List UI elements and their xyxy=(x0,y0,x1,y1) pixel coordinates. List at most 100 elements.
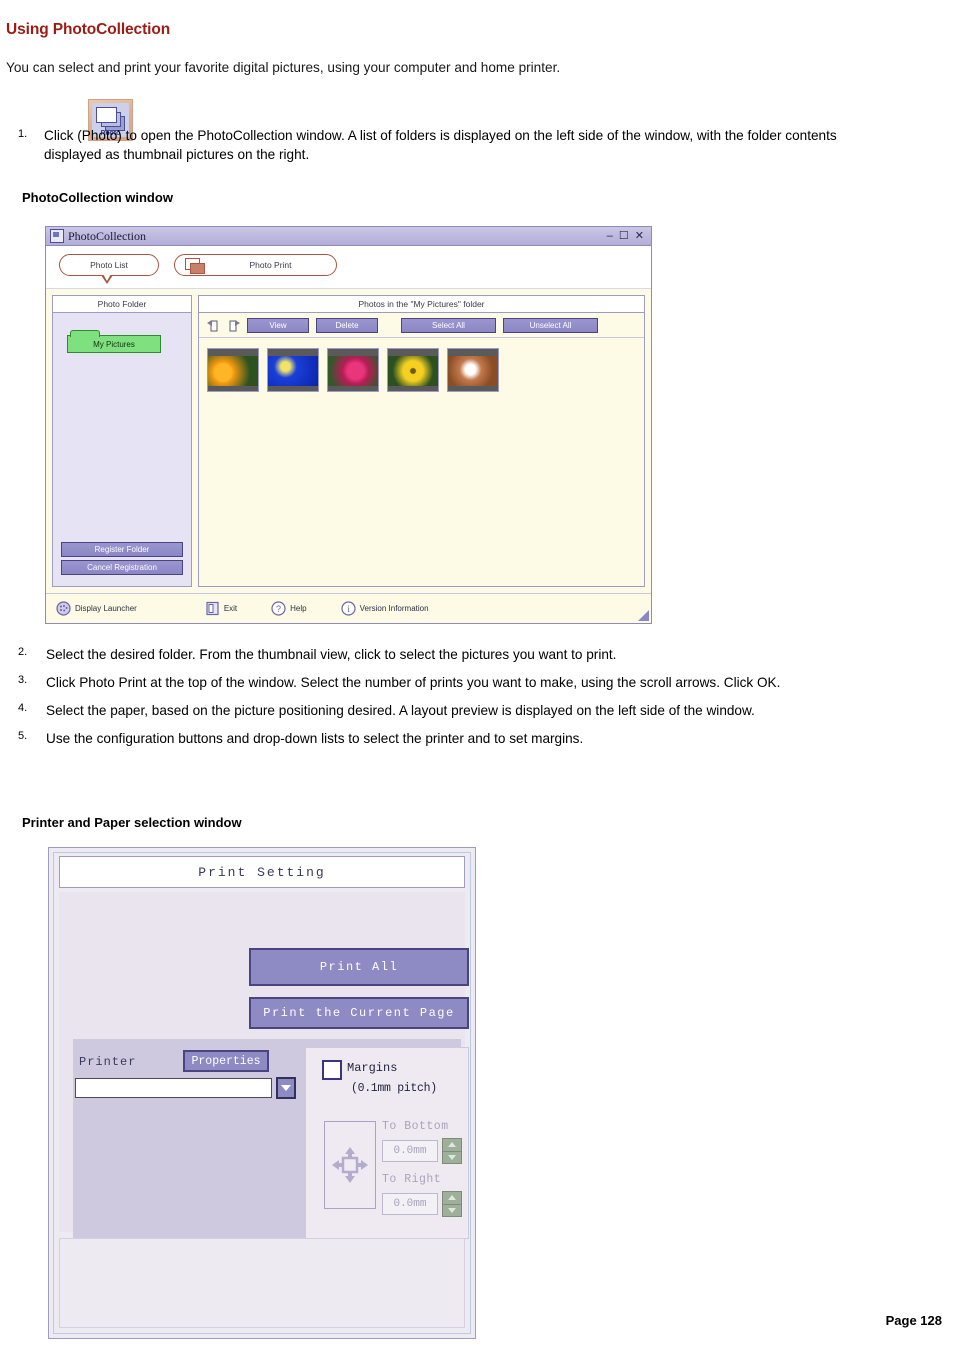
photos-panel: Photos in the "My Pictures" folder View … xyxy=(198,295,645,587)
delete-button[interactable]: Delete xyxy=(316,317,378,333)
status-bar: Display Launcher Exit ? Help i Version I… xyxy=(46,593,651,623)
margins-checkbox[interactable] xyxy=(322,1060,342,1080)
tab-bar: Photo List Photo Print xyxy=(46,246,651,290)
thumbnail-item[interactable] xyxy=(207,348,259,392)
resize-grip-icon[interactable] xyxy=(638,610,649,621)
stepper-down-icon[interactable] xyxy=(443,1152,461,1164)
status-display-launcher-label: Display Launcher xyxy=(75,604,137,613)
print-setting-body: Print All Print the Current Page Printer… xyxy=(59,892,469,1247)
tab-photo-print[interactable]: Photo Print xyxy=(174,254,337,276)
step-item-3: 3. Click Photo Print at the top of the w… xyxy=(18,673,918,692)
photo-folder-panel: Photo Folder My Pictures Register Folder… xyxy=(52,295,192,587)
status-help[interactable]: ? Help xyxy=(271,601,307,616)
step-number: 1. xyxy=(18,128,28,140)
window-controls: – ☐ ✕ xyxy=(607,230,647,242)
print-all-button[interactable]: Print All xyxy=(249,948,469,986)
maximize-icon[interactable]: ☐ xyxy=(619,230,629,242)
properties-button[interactable]: Properties xyxy=(183,1050,269,1072)
chevron-down-icon[interactable] xyxy=(276,1077,296,1099)
status-exit-label: Exit xyxy=(223,604,238,613)
printer-label: Printer xyxy=(79,1055,137,1069)
printer-and-margins-section: Printer Properties Margins (0.1mm pitch) xyxy=(73,1039,469,1247)
thumbnail-item[interactable] xyxy=(447,348,499,392)
page-title: Using PhotoCollection xyxy=(6,21,171,38)
margins-group: Margins (0.1mm pitch) To Bottom 0.0mm To… xyxy=(305,1047,469,1239)
print-setting-footer-area xyxy=(59,1238,465,1328)
status-exit[interactable]: Exit xyxy=(205,601,237,616)
margins-pitch-note: (0.1mm pitch) xyxy=(351,1082,437,1095)
stepper-down-icon[interactable] xyxy=(443,1205,461,1217)
window-body: Photo Folder My Pictures Register Folder… xyxy=(46,289,651,593)
caption-photocollection-window: PhotoCollection window xyxy=(22,190,173,205)
select-all-button[interactable]: Select All xyxy=(401,317,496,333)
thumbnail-item[interactable] xyxy=(327,348,379,392)
position-preview[interactable] xyxy=(324,1121,376,1209)
active-tab-pointer-icon xyxy=(101,274,113,284)
svg-text:?: ? xyxy=(276,604,281,614)
info-icon: i xyxy=(341,601,356,616)
register-folder-button[interactable]: Register Folder xyxy=(61,542,183,557)
thumbnail-grid xyxy=(199,338,644,402)
print-current-page-button[interactable]: Print the Current Page xyxy=(249,997,469,1029)
print-setting-window: Print Setting Print All Print the Curren… xyxy=(48,847,476,1339)
minimize-icon[interactable]: – xyxy=(607,230,613,242)
launcher-icon xyxy=(56,601,71,616)
tab-photo-list-label: Photo List xyxy=(90,260,128,270)
steps-list: 2. Select the desired folder. From the t… xyxy=(18,645,918,757)
thumbnail-item[interactable] xyxy=(267,348,319,392)
to-bottom-input[interactable]: 0.0mm xyxy=(382,1140,438,1162)
rotate-right-icon[interactable] xyxy=(226,317,242,333)
margins-label: Margins xyxy=(347,1061,398,1075)
view-button[interactable]: View xyxy=(247,317,309,333)
status-version-information[interactable]: i Version Information xyxy=(341,601,429,616)
close-icon[interactable]: ✕ xyxy=(635,230,644,242)
printer-select[interactable] xyxy=(75,1078,272,1098)
photos-toolbar: View Delete Select All Unselect All xyxy=(199,313,644,338)
to-bottom-label: To Bottom xyxy=(382,1120,449,1133)
move-arrows-icon xyxy=(332,1147,368,1183)
photo-folder-header: Photo Folder xyxy=(53,296,191,313)
step-text: Click (Photo) to open the PhotoCollectio… xyxy=(44,128,837,162)
photo-sheet-front xyxy=(96,107,117,123)
to-right-stepper[interactable] xyxy=(442,1191,462,1217)
status-help-label: Help xyxy=(290,604,307,613)
step-item-2: 2. Select the desired folder. From the t… xyxy=(18,645,918,664)
tab-photo-print-label: Photo Print xyxy=(249,260,292,270)
step-number: 5. xyxy=(18,730,28,742)
caption-printer-window: Printer and Paper selection window xyxy=(22,815,242,830)
print-setting-title: Print Setting xyxy=(59,856,465,888)
status-version-information-label: Version Information xyxy=(359,604,429,613)
thumbnail-item[interactable] xyxy=(387,348,439,392)
stepper-up-icon[interactable] xyxy=(443,1192,461,1205)
photos-panel-header: Photos in the "My Pictures" folder xyxy=(199,296,644,313)
step-text: Use the configuration buttons and drop-d… xyxy=(46,731,584,746)
step-number: 4. xyxy=(18,702,28,714)
step-item-5: 5. Use the configuration buttons and dro… xyxy=(18,729,918,748)
cancel-registration-button[interactable]: Cancel Registration xyxy=(61,560,183,575)
to-right-input[interactable]: 0.0mm xyxy=(382,1193,438,1215)
to-right-label: To Right xyxy=(382,1173,442,1186)
stepper-up-icon[interactable] xyxy=(443,1139,461,1152)
page-footer: Page 128 xyxy=(885,1313,942,1328)
printer-icon xyxy=(185,257,205,274)
step-text: Select the desired folder. From the thum… xyxy=(46,647,617,662)
tab-photo-list[interactable]: Photo List xyxy=(59,254,159,276)
window-title: PhotoCollection xyxy=(68,228,146,243)
step-number: 2. xyxy=(18,646,28,658)
folder-actions: Register Folder Cancel Registration xyxy=(53,538,191,586)
status-display-launcher[interactable]: Display Launcher xyxy=(56,601,137,616)
to-bottom-stepper[interactable] xyxy=(442,1138,462,1164)
unselect-all-button[interactable]: Unselect All xyxy=(503,317,598,333)
app-icon xyxy=(50,229,64,243)
exit-icon xyxy=(205,601,220,616)
folder-item-my-pictures[interactable]: My Pictures xyxy=(67,330,161,353)
help-icon: ? xyxy=(271,601,286,616)
intro-paragraph: You can select and print your favorite d… xyxy=(6,60,561,75)
folder-item-label: My Pictures xyxy=(93,339,135,349)
rotate-left-icon[interactable] xyxy=(205,317,221,333)
step-number: 3. xyxy=(18,674,28,686)
step-item-4: 4. Select the paper, based on the pictur… xyxy=(18,701,918,720)
step-text: Click Photo Print at the top of the wind… xyxy=(46,675,781,690)
photocollection-window: PhotoCollection – ☐ ✕ Photo List Photo P… xyxy=(45,226,652,624)
folder-tree: My Pictures xyxy=(53,313,191,538)
